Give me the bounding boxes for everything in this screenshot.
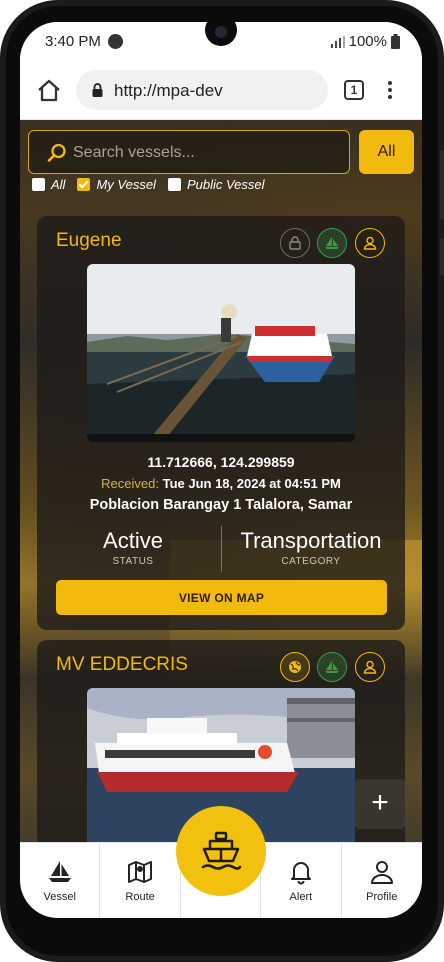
user-icon	[370, 861, 393, 884]
front-camera	[205, 22, 237, 46]
filter-my-vessel-label: My Vessel	[96, 177, 156, 192]
home-icon[interactable]	[36, 78, 62, 104]
vessel-name: Eugene	[56, 230, 122, 251]
nav-route-label: Route	[125, 891, 155, 903]
lock-icon	[280, 228, 310, 258]
map-icon	[128, 861, 153, 883]
status-value: Active	[103, 528, 163, 553]
filter-checkboxes: All My Vessel Public Vessel	[32, 177, 277, 192]
search-input[interactable]	[73, 140, 333, 166]
nav-route[interactable]: Route	[100, 843, 181, 918]
received-label: Received:	[101, 476, 159, 491]
globe-icon	[280, 652, 310, 682]
nav-alert[interactable]: Alert	[261, 843, 342, 918]
received-value: Tue Jun 18, 2024 at 04:51 PM	[162, 476, 341, 491]
filter-all[interactable]: All	[32, 177, 65, 192]
browser-menu-icon[interactable]	[384, 78, 396, 104]
search-icon	[47, 143, 66, 162]
sailboat-icon	[49, 861, 71, 882]
stat-divider	[221, 526, 222, 572]
nav-alert-label: Alert	[289, 891, 313, 903]
volume-button	[440, 150, 444, 220]
vessel-received: Received: Tue Jun 18, 2024 at 04:51 PM	[37, 476, 405, 491]
filter-all-label: All	[51, 177, 66, 192]
screen: 3:40 PM 100% http://mpa-dev 1 Search ves…	[20, 22, 422, 918]
status-right: 100%	[330, 33, 400, 50]
filter-my-vessel-checkbox[interactable]	[77, 178, 91, 191]
all-button[interactable]: All	[359, 130, 414, 174]
filter-public-vessel-label: Public Vessel	[186, 177, 265, 192]
filter-my-vessel[interactable]: My Vessel	[77, 177, 156, 192]
address-bar[interactable]: http://mpa-dev	[76, 70, 328, 110]
category-value: Transportation	[240, 528, 382, 553]
status-label: STATUS	[112, 556, 154, 567]
vessel-address: Poblacion Barangay 1 Talalora, Samar	[89, 497, 353, 513]
filter-public-vessel-checkbox[interactable]	[167, 178, 181, 191]
vessel-card: Eugene 11.712666, 124.299859 Received: T…	[37, 216, 405, 630]
tab-switcher-button[interactable]: 1	[344, 80, 364, 100]
status-time: 3:40 PM	[45, 33, 101, 50]
nav-vessel-label: Vessel	[43, 891, 76, 903]
category-stat: Transportation CATEGORY	[231, 528, 391, 567]
ship-icon	[201, 831, 242, 870]
battery-icon	[391, 34, 400, 49]
category-label: CATEGORY	[281, 556, 341, 567]
sailboat-icon	[317, 652, 347, 682]
vessel-photo	[87, 264, 355, 442]
filter-all-checkbox[interactable]	[32, 178, 45, 191]
power-button	[440, 238, 444, 276]
status-bar: 3:40 PM 100%	[20, 22, 422, 62]
spotify-icon	[108, 34, 123, 49]
vessel-coordinates: 11.712666, 124.299859	[147, 454, 295, 470]
vessel-name: MV EDDECRIS	[56, 654, 188, 675]
user-icon	[355, 652, 385, 682]
vessel-fab-button[interactable]	[176, 806, 266, 896]
filter-public-vessel[interactable]: Public Vessel	[167, 177, 265, 192]
status-stat: Active STATUS	[81, 528, 185, 567]
url-text: http://mpa-dev	[114, 81, 223, 100]
add-vessel-button[interactable]: +	[355, 779, 405, 829]
phone-frame: 3:40 PM 100% http://mpa-dev 1 Search ves…	[0, 0, 444, 962]
nav-profile-label: Profile	[366, 891, 398, 903]
user-icon	[355, 228, 385, 258]
nav-profile[interactable]: Profile	[342, 843, 422, 918]
vessel-list-page: All All My Vessel Public Vessel Eugene	[20, 120, 422, 918]
bell-icon	[291, 862, 312, 885]
nav-vessel[interactable]: Vessel	[20, 843, 101, 918]
browser-toolbar: http://mpa-dev 1	[20, 62, 422, 120]
lock-icon	[92, 83, 103, 97]
search-box	[28, 130, 350, 174]
signal-icon	[330, 35, 345, 48]
view-on-map-button[interactable]: VIEW ON MAP	[56, 580, 387, 615]
battery-level: 100%	[348, 33, 387, 50]
sailboat-icon	[317, 228, 347, 258]
